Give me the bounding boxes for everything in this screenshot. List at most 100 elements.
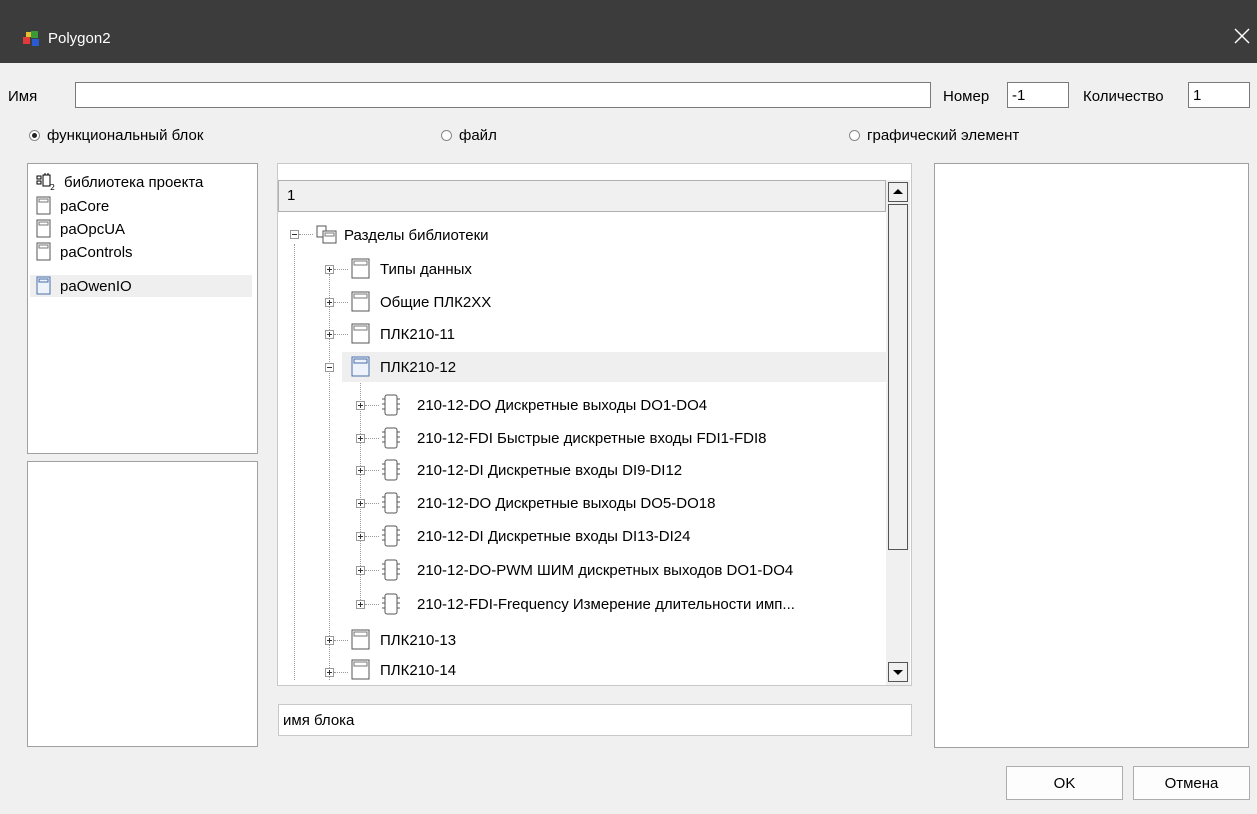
expand-toggle[interactable] (325, 265, 334, 274)
chip-icon (382, 394, 400, 416)
library-item-paowenio[interactable]: paOwenIO (30, 275, 252, 297)
count-input[interactable] (1188, 82, 1250, 108)
collapse-toggle[interactable] (290, 230, 299, 239)
library-book-icon (36, 242, 51, 261)
expand-toggle[interactable] (325, 330, 334, 339)
collapse-toggle[interactable] (325, 363, 334, 372)
library-item-paopcua[interactable]: paOpcUA (36, 218, 125, 240)
tree-item-data-types[interactable]: Типы данных (350, 254, 472, 284)
tree-scrollbar[interactable] (886, 180, 910, 685)
library-item-label: paControls (60, 243, 133, 261)
tree-item-fdi1-fdi8[interactable]: 210-12-FDI Быстрые дискретные входы FDI1… (381, 423, 767, 453)
scroll-down-button[interactable] (888, 662, 908, 682)
tree-line (365, 570, 379, 571)
chip-icon (382, 559, 400, 581)
tree-line (365, 503, 379, 504)
radio-label: файл (459, 127, 497, 144)
book-icon (351, 356, 370, 377)
library-list[interactable]: 2 библиотека проекта paCore paOpcUA paCo… (27, 163, 258, 454)
tree-item-do5-do18[interactable]: 210-12-DO Дискретные выходы DO5-DO18 (381, 488, 715, 518)
book-icon (351, 291, 370, 312)
library-item-label: paOpcUA (60, 220, 126, 238)
tree-line (365, 536, 379, 537)
expand-toggle[interactable] (356, 566, 365, 575)
expand-toggle[interactable] (325, 668, 334, 677)
chip-icon (382, 593, 400, 615)
name-label: Имя (8, 88, 38, 105)
tree-item-di9-di12[interactable]: 210-12-DI Дискретные входы DI9-DI12 (381, 455, 682, 485)
expand-toggle[interactable] (325, 298, 334, 307)
tree-item-label: Общие ПЛК2XX (380, 293, 492, 311)
tree-item-fdi-frequency[interactable]: 210-12-FDI-Frequency Измерение длительно… (381, 589, 795, 619)
radio-graphic-element[interactable]: графический элемент (849, 127, 1019, 144)
scroll-thumb[interactable] (888, 204, 908, 550)
tree-item-label: ПЛК210-13 (380, 631, 457, 649)
chip-icon (382, 427, 400, 449)
window-title: Polygon2 (48, 30, 111, 47)
expand-toggle[interactable] (356, 434, 365, 443)
expand-toggle[interactable] (356, 466, 365, 475)
arrow-down-icon (893, 670, 903, 675)
expand-toggle[interactable] (356, 401, 365, 410)
tree-item-label: 210-12-DO Дискретные выходы DO5-DO18 (417, 494, 716, 512)
chip-icon (382, 492, 400, 514)
tree-line (365, 438, 379, 439)
expand-toggle[interactable] (325, 636, 334, 645)
tree-item-label: 210-12-DI Дискретные входы DI9-DI12 (417, 461, 683, 479)
app-icon (23, 31, 39, 46)
number-input[interactable] (1007, 82, 1069, 108)
close-icon[interactable] (1232, 26, 1252, 46)
expand-toggle[interactable] (356, 499, 365, 508)
tree-item-plc210-14[interactable]: ПЛК210-14 (350, 657, 456, 683)
library-item-label: paOwenIO (60, 277, 132, 295)
tree-item-library-sections[interactable]: Разделы библиотеки (316, 220, 489, 250)
tree-line (294, 244, 295, 680)
library-book-icon (36, 219, 51, 238)
arrow-up-icon (893, 189, 903, 194)
tree-line (334, 672, 348, 673)
count-label: Количество (1083, 88, 1164, 105)
tree-item-label: Типы данных (380, 260, 472, 278)
tree-item-pwm-do1-do4[interactable]: 210-12-DO-PWM ШИМ дискретных выходов DO1… (381, 555, 793, 585)
name-input[interactable] (75, 82, 931, 108)
radio-file[interactable]: файл (441, 127, 497, 144)
library-book-icon (36, 196, 51, 215)
expand-toggle[interactable] (356, 600, 365, 609)
tree-line (334, 640, 348, 641)
tree-item-plc210-13[interactable]: ПЛК210-13 (350, 625, 456, 655)
tree-item-do1-do4[interactable]: 210-12-DO Дискретные выходы DO1-DO4 (381, 390, 707, 420)
tree-line (365, 604, 379, 605)
radio-indicator (441, 130, 452, 141)
tree-item-label: ПЛК210-14 (380, 661, 457, 679)
block-preview-panel (27, 461, 258, 747)
radio-label: графический элемент (867, 127, 1020, 144)
library-item-pacontrols[interactable]: paControls (36, 241, 133, 263)
radio-function-block[interactable]: функциональный блок (29, 127, 203, 144)
library-item-pacore[interactable]: paCore (36, 195, 109, 217)
tree-item-common-plc2xx[interactable]: Общие ПЛК2XX (350, 287, 491, 317)
tree-item-label: 210-12-FDI-Frequency Измерение длительно… (417, 595, 795, 613)
tree-item-label: ПЛК210-11 (380, 325, 455, 343)
tree-item-label: 210-12-DO-PWM ШИМ дискретных выходов DO1… (417, 561, 794, 579)
tree-item-plc210-12[interactable]: ПЛК210-12 (342, 352, 886, 382)
tree-item-label: 210-12-DI Дискретные входы DI13-DI24 (417, 527, 691, 545)
block-name-input[interactable] (278, 704, 912, 736)
library-item-label: библиотека проекта (64, 173, 204, 191)
scroll-up-button[interactable] (888, 182, 908, 202)
tree-item-label: ПЛК210-12 (380, 358, 457, 376)
tree-item-label: 210-12-FDI Быстрые дискретные входы FDI1… (417, 429, 767, 447)
tree-line (365, 405, 379, 406)
chip-icon (382, 525, 400, 547)
chip-icon (382, 459, 400, 481)
radio-indicator (29, 130, 40, 141)
tree-item-plc210-11[interactable]: ПЛК210-11 (350, 319, 455, 349)
cancel-button[interactable]: Отмена (1133, 766, 1250, 800)
tree-item-label: 210-12-DO Дискретные выходы DO1-DO4 (417, 396, 708, 414)
ok-button[interactable]: OK (1006, 766, 1123, 800)
library-item-project[interactable]: 2 библиотека проекта (36, 171, 203, 193)
tree-item-di13-di24[interactable]: 210-12-DI Дискретные входы DI13-DI24 (381, 521, 690, 551)
tree-line (334, 269, 348, 270)
expand-toggle[interactable] (356, 532, 365, 541)
tree-line (299, 234, 313, 235)
radio-label: функциональный блок (47, 127, 204, 144)
